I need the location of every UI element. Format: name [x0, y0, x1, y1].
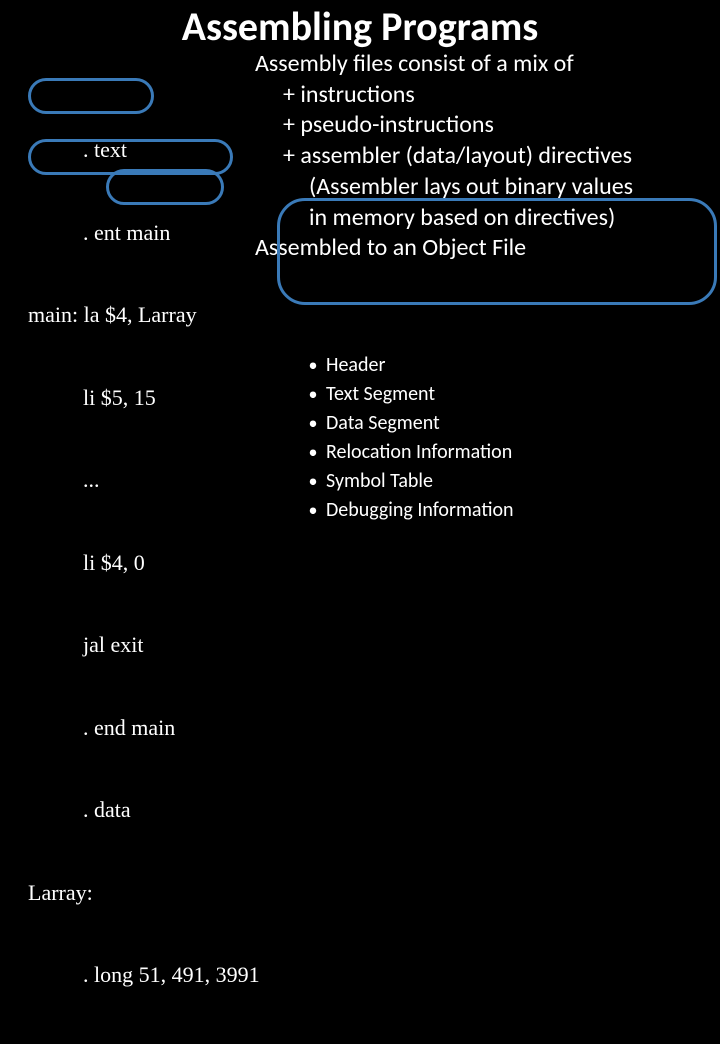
desc-line: + pseudo-instructions [255, 110, 710, 141]
list-item-label: Debugging Information [326, 496, 514, 525]
list-item-label: Data Segment [326, 409, 440, 438]
code-line: . ent main [28, 219, 260, 247]
code-line: . long 51, 491, 3991 [28, 961, 260, 989]
code-line: ... [28, 466, 260, 494]
bullet-icon: • [300, 439, 326, 465]
desc-line: Assembly files consist of a mix of [255, 49, 710, 80]
list-item: •Data Segment [300, 409, 514, 438]
code-line: . end main [28, 714, 260, 742]
code-line: Larray: [28, 879, 260, 907]
bullet-icon: • [300, 497, 326, 523]
assembly-code: . text . ent main main: la $4, Larray li… [28, 81, 260, 1044]
list-item-label: Text Segment [326, 380, 435, 409]
desc-line: Assembled to an Object File [255, 233, 710, 264]
desc-line: (Assembler lays out binary values [255, 172, 710, 203]
code-line: jal exit [28, 631, 260, 659]
desc-line: + assembler (data/layout) directives [255, 141, 710, 172]
bullet-icon: • [300, 468, 326, 494]
list-item: •Text Segment [300, 380, 514, 409]
code-line: . text [28, 136, 260, 164]
description-block: Assembly files consist of a mix of + ins… [255, 49, 710, 264]
bullet-icon: • [300, 381, 326, 407]
list-item-label: Symbol Table [326, 467, 433, 496]
desc-line: + instructions [255, 80, 710, 111]
code-line: li $4, 0 [28, 549, 260, 577]
list-item-label: Header [326, 351, 385, 380]
object-file-list: •Header •Text Segment •Data Segment •Rel… [300, 351, 514, 525]
list-item: •Relocation Information [300, 438, 514, 467]
code-line: . data [28, 796, 260, 824]
slide-content: . text . ent main main: la $4, Larray li… [0, 51, 720, 541]
list-item-label: Relocation Information [326, 438, 512, 467]
code-line: main: la $4, Larray [28, 301, 260, 329]
list-item: •Symbol Table [300, 467, 514, 496]
bullet-icon: • [300, 352, 326, 378]
slide-title: Assembling Programs [0, 0, 720, 51]
list-item: •Header [300, 351, 514, 380]
bullet-icon: • [300, 410, 326, 436]
desc-line: in memory based on directives) [255, 203, 710, 234]
list-item: •Debugging Information [300, 496, 514, 525]
code-line: li $5, 15 [28, 384, 260, 412]
